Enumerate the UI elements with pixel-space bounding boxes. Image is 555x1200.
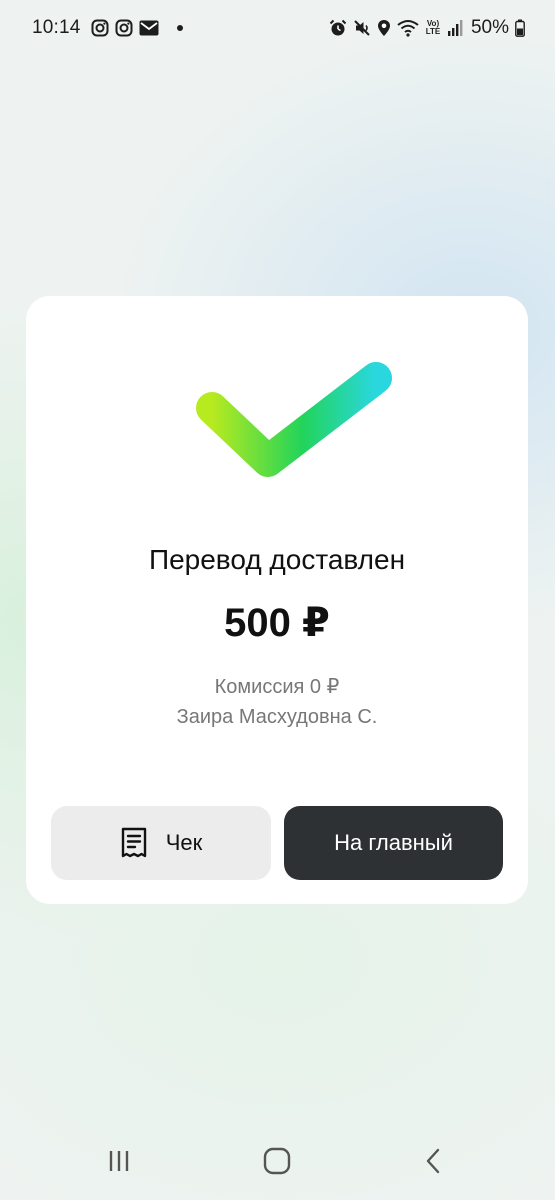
wifi-icon: [397, 19, 419, 37]
alarm-icon: [329, 19, 347, 37]
transfer-result-card: Перевод доставлен 500 ₽ Комиссия 0 ₽ Заи…: [26, 296, 528, 904]
back-icon[interactable]: [422, 1146, 446, 1176]
success-check-icon: [192, 356, 402, 506]
status-bar-left: 10:14: [32, 15, 183, 41]
commission-text: Комиссия 0 ₽: [214, 676, 340, 698]
instagram-icon: [91, 19, 109, 37]
status-time: 10:14: [32, 17, 81, 38]
mute-icon: [353, 19, 371, 37]
go-home-button[interactable]: На главный: [284, 806, 503, 880]
recipient-name: Заира Масхудовна С.: [176, 706, 378, 728]
status-bar-right: Vo) LTE 50%: [329, 15, 525, 41]
battery-icon: [515, 19, 525, 37]
battery-percent: 50%: [470, 17, 509, 38]
transfer-amount: 500 ₽: [224, 601, 330, 645]
volte-icon: Vo) LTE: [425, 20, 441, 36]
home-icon[interactable]: [262, 1146, 292, 1176]
recent-apps-icon[interactable]: [104, 1146, 134, 1176]
instagram-icon: [115, 19, 133, 37]
notification-dot-icon: [176, 25, 183, 31]
receipt-button[interactable]: Чек: [51, 806, 271, 880]
mail-icon: [139, 20, 159, 36]
receipt-button-label: Чек: [165, 830, 203, 855]
signal-icon: [447, 19, 463, 37]
system-nav-bar: [0, 1130, 555, 1194]
receipt-icon: [120, 827, 148, 859]
lte-label: LTE: [425, 27, 441, 36]
status-bar: 10:14 Vo) LTE 50%: [0, 0, 555, 56]
go-home-button-label: На главный: [334, 830, 453, 855]
transfer-status-title: Перевод доставлен: [148, 544, 406, 575]
location-icon: [377, 19, 391, 37]
